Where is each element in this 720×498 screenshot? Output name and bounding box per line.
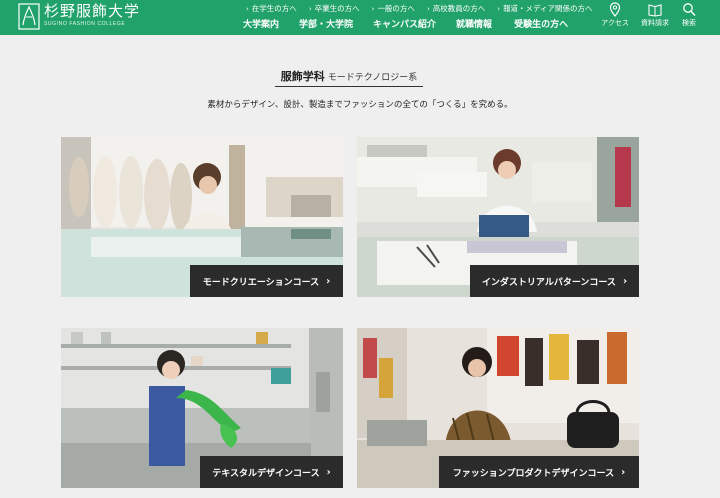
chevron-right-icon: › [426,4,430,13]
chevron-right-icon: › [308,4,312,13]
mode-creation-course-button[interactable]: モードクリエーションコース › [190,265,343,297]
nav-faculties[interactable]: 学部・大学院 [299,17,353,30]
site-logo[interactable]: 杉野服飾大学 SUGINO FASHION COLLEGE [18,3,140,30]
logo-text: 杉野服飾大学 [44,2,141,20]
course-card-mode-creation[interactable]: モードクリエーションコース › [61,137,343,297]
logo-subtext: SUGINO FASHION COLLEGE [44,21,126,27]
book-icon [648,4,662,17]
page-title: 服飾学科 モードテクノロジー系 [275,65,423,87]
link-general[interactable]: › 一般の方へ [372,3,415,14]
chevron-right-icon: › [497,4,501,13]
course-card-industrial-pattern[interactable]: インダストリアルパターンコース › [357,137,639,297]
nav-about[interactable]: 大学案内 [243,17,279,30]
link-press-media[interactable]: › 報道・メディア関係の方へ [497,3,592,14]
site-header: 杉野服飾大学 SUGINO FASHION COLLEGE › 在学生の方へ › 卒… [0,0,720,35]
chevron-right-icon: › [326,466,331,478]
chevron-right-icon: › [621,466,626,478]
lead-text: 素材からデザイン、設計、製造までファッションの全ての「つくる」を究める。 [207,100,513,110]
department-title: 服飾学科 [280,70,325,83]
title-underline [275,86,423,87]
course-card-textile-design[interactable]: テキスタルデザインコース › [61,328,343,488]
nav-campus[interactable]: キャンパス紹介 [373,17,436,30]
chevron-right-icon: › [246,4,249,13]
audience-links: › 在学生の方へ › 卒業生の方へ › 一般の方へ › 高校教員の方へ › 報道・メディア… [246,3,593,14]
link-hs-teachers[interactable]: › 高校教員の方へ [427,3,485,14]
nav-careers[interactable]: 就職情報 [456,17,492,30]
search-icon [683,3,696,17]
nav-applicants[interactable]: 受験生の方へ [514,17,568,30]
map-pin-icon [609,2,621,17]
industrial-pattern-course-button[interactable]: インダストリアルパターンコース › [470,265,639,297]
main-nav: 大学案内 学部・大学院 キャンパス紹介 就職情報 受験生の方へ [243,17,568,30]
brochure-button[interactable]: 資料請求 [638,2,672,28]
course-card-fashion-product-design[interactable]: ファッションプロダクトデザインコース › [357,328,639,488]
logo-mark-icon [18,3,40,30]
chevron-right-icon: › [326,275,331,287]
department-subtitle: モードテクノロジー系 [327,73,418,83]
link-current-students[interactable]: › 在学生の方へ [246,3,297,14]
access-button[interactable]: アクセス [598,2,632,28]
chevron-right-icon: › [371,4,375,13]
chevron-right-icon: › [622,275,628,287]
textile-design-course-button[interactable]: テキスタルデザインコース › [200,456,343,488]
link-alumni[interactable]: › 卒業生の方へ [309,3,360,14]
search-button[interactable]: 検索 [672,2,706,28]
fashion-product-design-course-button[interactable]: ファッションプロダクトデザインコース › [439,456,639,488]
